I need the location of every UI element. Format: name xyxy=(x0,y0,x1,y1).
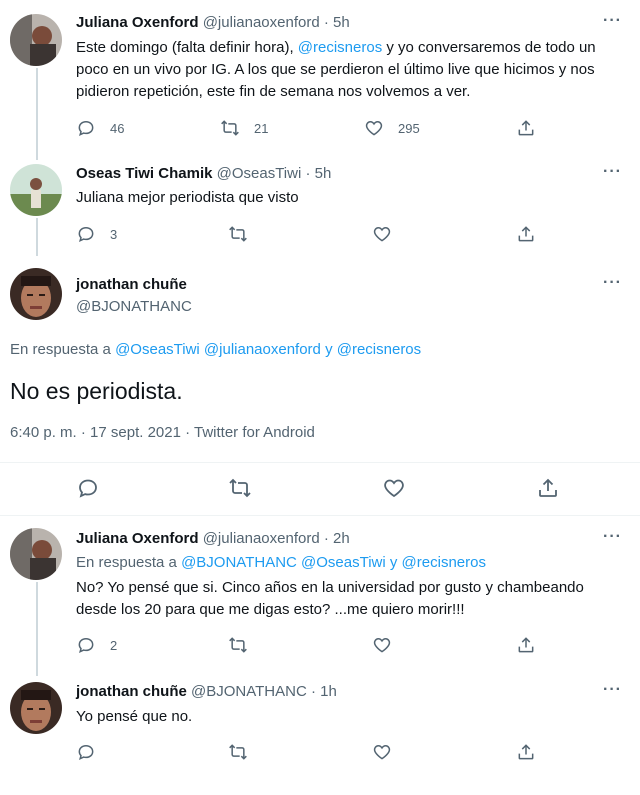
retweet-button[interactable] xyxy=(228,476,252,500)
share-icon xyxy=(539,478,557,497)
tweet-meta[interactable]: 6:40 p. m. · 17 sept. 2021 · Twitter for… xyxy=(10,424,315,441)
tweet-header: jonathan chuñe @BJONATHANC · 1h xyxy=(76,683,337,700)
like-button[interactable] xyxy=(372,633,392,657)
retweet-icon xyxy=(221,120,239,136)
like-button[interactable] xyxy=(372,222,392,246)
tweet-text: Juliana mejor periodista que visto xyxy=(76,189,299,206)
retweet-button[interactable] xyxy=(228,740,248,764)
tweet-actions xyxy=(76,740,546,764)
handle[interactable]: @BJONATHANC xyxy=(191,683,307,700)
share-icon xyxy=(518,226,534,242)
share-icon xyxy=(518,637,534,653)
share-button[interactable] xyxy=(516,116,536,140)
heart-icon xyxy=(373,637,391,653)
reply-count: 2 xyxy=(110,637,118,653)
handle[interactable]: @BJONATHANC xyxy=(76,298,192,315)
retweet-icon xyxy=(229,637,247,653)
divider xyxy=(0,462,640,463)
retweet-button[interactable]: 21 xyxy=(220,116,268,140)
handle[interactable]: @julianaoxenford xyxy=(203,14,320,31)
thread-line xyxy=(36,68,38,160)
display-name[interactable]: jonathan chuñe xyxy=(76,683,187,700)
mention-link[interactable]: @BJONATHANC @OseasTiwi y @recisneros xyxy=(181,554,486,571)
retweet-button[interactable] xyxy=(228,222,248,246)
reply-icon xyxy=(78,637,94,654)
reply-icon xyxy=(78,744,94,761)
handle[interactable]: @OseasTiwi xyxy=(217,165,302,182)
retweet-icon xyxy=(229,478,251,498)
more-icon[interactable]: ··· xyxy=(603,274,622,292)
share-button[interactable] xyxy=(516,740,536,764)
avatar[interactable] xyxy=(10,14,62,66)
reply-button[interactable]: 46 xyxy=(76,116,124,140)
display-name[interactable]: Oseas Tiwi Chamik xyxy=(76,165,212,182)
reply-button[interactable] xyxy=(76,740,96,764)
share-icon xyxy=(518,744,534,760)
tweet-header: Oseas Tiwi Chamik @OseasTiwi · 5h xyxy=(76,165,331,182)
reply-icon xyxy=(79,479,97,498)
tweet-header: Juliana Oxenford @julianaoxenford · 2h xyxy=(76,530,350,547)
handle[interactable]: @julianaoxenford xyxy=(203,530,320,547)
like-button[interactable] xyxy=(372,740,392,764)
retweet-count: 21 xyxy=(254,120,269,136)
share-button[interactable] xyxy=(516,222,536,246)
reply-button[interactable] xyxy=(76,476,100,500)
tweet-actions xyxy=(76,476,557,500)
timestamp[interactable]: · 5h xyxy=(324,14,350,31)
avatar[interactable] xyxy=(10,528,62,580)
heart-icon xyxy=(384,479,404,498)
mention-link[interactable]: @recisneros xyxy=(298,39,382,56)
divider xyxy=(0,515,640,516)
tweet-text: No es periodista. xyxy=(10,378,183,404)
tweet-actions: 2 xyxy=(76,633,546,657)
timestamp[interactable]: · 5h xyxy=(305,165,331,182)
retweet-button[interactable] xyxy=(228,633,248,657)
display-name[interactable]: Juliana Oxenford xyxy=(76,530,199,547)
retweet-icon xyxy=(229,226,247,242)
tweet-text: Yo pensé que no. xyxy=(76,708,193,725)
avatar[interactable] xyxy=(10,682,62,734)
timestamp[interactable]: · 2h xyxy=(324,530,350,547)
tweet-actions: 46 21 295 xyxy=(76,116,546,140)
heart-icon xyxy=(365,120,383,136)
thread-line xyxy=(36,582,38,676)
reply-button[interactable]: 3 xyxy=(76,222,117,246)
like-count: 295 xyxy=(398,120,420,136)
heart-icon xyxy=(373,226,391,242)
tweet-text: Este domingo (falta definir hora), @reci… xyxy=(76,39,596,100)
avatar[interactable] xyxy=(10,268,62,320)
like-button[interactable] xyxy=(382,476,406,500)
tweet-header: jonathan chuñe @BJONATHANC xyxy=(76,276,192,315)
tweet-actions: 3 xyxy=(76,222,546,246)
more-icon[interactable]: ··· xyxy=(603,528,622,546)
tweet-text: No? Yo pensé que si. Cinco años en la un… xyxy=(76,579,584,618)
timestamp[interactable]: · 1h xyxy=(311,683,337,700)
share-button[interactable] xyxy=(536,476,560,500)
display-name[interactable]: Juliana Oxenford xyxy=(76,14,199,31)
reply-count: 3 xyxy=(110,226,118,242)
display-name[interactable]: jonathan chuñe xyxy=(76,276,192,293)
tweet-header: Juliana Oxenford @julianaoxenford · 5h xyxy=(76,14,350,31)
more-icon[interactable]: ··· xyxy=(603,12,622,30)
reply-context: En respuesta a @BJONATHANC @OseasTiwi y … xyxy=(76,554,486,571)
more-icon[interactable]: ··· xyxy=(603,681,622,699)
mention-link[interactable]: @OseasTiwi @julianaoxenford y @recisnero… xyxy=(115,341,421,358)
reply-icon xyxy=(78,226,94,243)
share-button[interactable] xyxy=(516,633,536,657)
reply-count: 46 xyxy=(110,120,125,136)
reply-button[interactable]: 2 xyxy=(76,633,117,657)
avatar[interactable] xyxy=(10,164,62,216)
thread-line xyxy=(36,218,38,256)
heart-icon xyxy=(373,744,391,760)
like-button[interactable]: 295 xyxy=(364,116,420,140)
share-icon xyxy=(518,120,534,136)
more-icon[interactable]: ··· xyxy=(603,163,622,181)
retweet-icon xyxy=(229,744,247,760)
reply-context: En respuesta a @OseasTiwi @julianaoxenfo… xyxy=(10,341,422,358)
reply-icon xyxy=(78,120,94,137)
